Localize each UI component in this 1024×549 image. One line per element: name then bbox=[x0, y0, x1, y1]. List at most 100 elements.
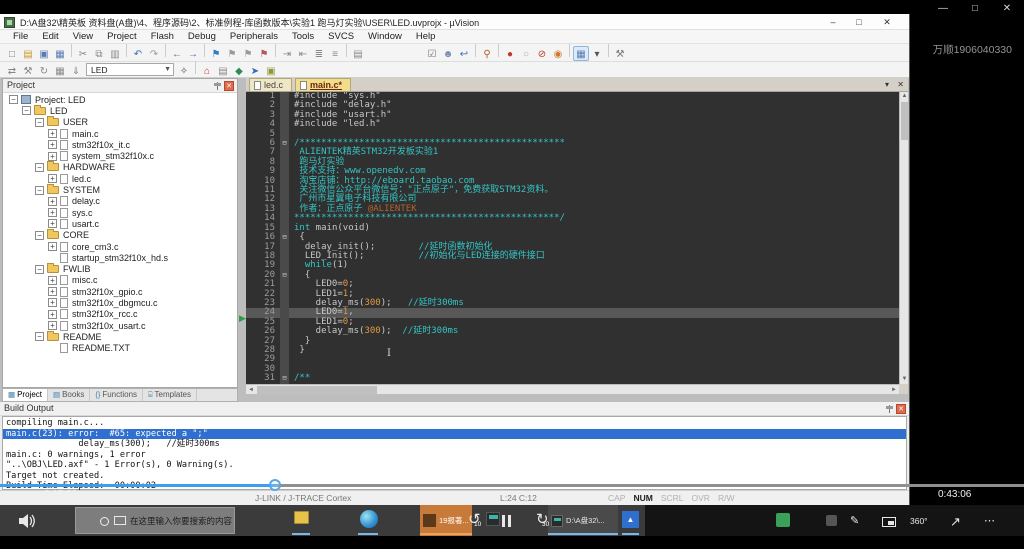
rotate-360-button[interactable]: 360° bbox=[910, 516, 928, 526]
expand-icon[interactable]: + bbox=[48, 140, 57, 149]
expand-icon[interactable]: + bbox=[48, 208, 57, 217]
tree-item-sys-c[interactable]: +sys.c bbox=[3, 207, 237, 218]
player-minimize-button[interactable]: — bbox=[934, 3, 952, 14]
editor-tab-dropdown-icon[interactable]: ▾ bbox=[885, 80, 889, 89]
kill-breakpoints-icon[interactable]: ◉ bbox=[550, 47, 566, 62]
breakpoint-icon[interactable]: ● bbox=[502, 47, 518, 62]
workspace-icon[interactable]: ▣ bbox=[263, 65, 279, 78]
navigate-forward-icon[interactable]: → bbox=[185, 47, 201, 62]
expand-icon[interactable]: + bbox=[48, 276, 57, 285]
fold-collapse-icon[interactable]: ⊟ bbox=[280, 271, 289, 280]
batch-build-icon[interactable]: ▦ bbox=[52, 65, 68, 78]
find-in-files-icon[interactable]: ⚲ bbox=[479, 47, 495, 62]
menu-tools[interactable]: Tools bbox=[285, 31, 321, 42]
player-close-button[interactable]: ✕ bbox=[998, 3, 1016, 14]
tree-item-system[interactable]: −SYSTEM bbox=[3, 184, 237, 195]
comment-icon[interactable]: ≣ bbox=[311, 47, 327, 62]
code-line-31[interactable]: 31⊟/** bbox=[246, 374, 899, 383]
tree-item-startup-stm32f10x-hd-s[interactable]: startup_stm32f10x_hd.s bbox=[3, 252, 237, 263]
menu-project[interactable]: Project bbox=[100, 31, 144, 42]
download-icon[interactable]: ⇓ bbox=[68, 65, 84, 78]
collapse-icon[interactable]: − bbox=[35, 163, 44, 172]
chevron-down-icon[interactable]: ▼ bbox=[164, 66, 173, 73]
seek-handle[interactable] bbox=[269, 479, 281, 491]
more-options-icon[interactable]: ⋯ bbox=[984, 514, 995, 527]
copy-icon[interactable]: ⧉ bbox=[91, 47, 107, 62]
open-book-icon[interactable]: ▤ bbox=[350, 47, 366, 62]
collapse-icon[interactable]: − bbox=[35, 231, 44, 240]
menu-svcs[interactable]: SVCS bbox=[321, 31, 361, 42]
player-maximize-button[interactable]: □ bbox=[966, 3, 984, 14]
tab-templates[interactable]: ⌸Templates bbox=[143, 389, 197, 401]
tab-project[interactable]: ▦Project bbox=[3, 389, 48, 401]
books-manage-icon[interactable]: ◆ bbox=[231, 65, 247, 78]
indent-icon[interactable]: ⇥ bbox=[279, 47, 295, 62]
horizontal-scroll-thumb[interactable] bbox=[257, 386, 377, 394]
redo-icon[interactable]: ↷ bbox=[146, 47, 162, 62]
code-line-26[interactable]: 26 delay_ms(300); //延时300ms bbox=[246, 327, 899, 336]
build-output-line[interactable]: delay_ms(300); //延时300ms bbox=[3, 439, 906, 450]
tree-item-stm32f10x-gpio-c[interactable]: +stm32f10x_gpio.c bbox=[3, 286, 237, 297]
tree-item-core[interactable]: −CORE bbox=[3, 230, 237, 241]
scroll-right-icon[interactable]: ► bbox=[889, 385, 899, 395]
pause-button[interactable] bbox=[502, 514, 514, 526]
debug-session-icon[interactable]: ☻ bbox=[440, 47, 456, 62]
menu-file[interactable]: File bbox=[6, 31, 35, 42]
expand-icon[interactable]: + bbox=[48, 152, 57, 161]
seek-bar-progress[interactable] bbox=[0, 484, 276, 487]
collapse-icon[interactable]: − bbox=[22, 106, 31, 115]
new-file-icon[interactable]: □ bbox=[4, 47, 20, 62]
multi-project-icon[interactable]: ➤ bbox=[247, 65, 263, 78]
scroll-down-icon[interactable]: ▼ bbox=[900, 375, 909, 384]
window-minimize-button[interactable]: – bbox=[823, 16, 843, 28]
uncomment-icon[interactable]: ≡ bbox=[327, 47, 343, 62]
toggle-breakpoint-icon[interactable]: ○ bbox=[518, 47, 534, 62]
tree-item-fwlib[interactable]: −FWLIB bbox=[3, 263, 237, 274]
tree-item-user[interactable]: −USER bbox=[3, 117, 237, 128]
menu-peripherals[interactable]: Peripherals bbox=[223, 31, 285, 42]
menu-debug[interactable]: Debug bbox=[181, 31, 223, 42]
scroll-left-icon[interactable]: ◄ bbox=[246, 385, 256, 395]
window-maximize-button[interactable]: □ bbox=[849, 16, 869, 28]
unindent-icon[interactable]: ⇤ bbox=[295, 47, 311, 62]
undo-icon[interactable]: ↶ bbox=[130, 47, 146, 62]
build-icon[interactable]: ⚒ bbox=[20, 65, 36, 78]
orange-app-button[interactable]: 19报著... bbox=[420, 505, 472, 536]
fold-collapse-icon[interactable]: ⊟ bbox=[280, 374, 289, 383]
cut-icon[interactable]: ✂ bbox=[75, 47, 91, 62]
expand-icon[interactable]: + bbox=[48, 310, 57, 319]
translate-file-icon[interactable]: ⇄ bbox=[4, 65, 20, 78]
fold-collapse-icon[interactable]: ⊟ bbox=[280, 233, 289, 242]
insert-bookmark-icon[interactable]: ⚑ bbox=[208, 47, 224, 62]
menu-window[interactable]: Window bbox=[361, 31, 409, 42]
target-select[interactable]: LED ▼ bbox=[86, 63, 174, 76]
target-options-icon[interactable]: ✧ bbox=[176, 65, 192, 78]
expand-icon[interactable]: + bbox=[48, 242, 57, 251]
build-output-line[interactable]: compiling main.c... bbox=[3, 418, 906, 429]
pin-icon[interactable] bbox=[886, 405, 893, 413]
disable-breakpoints-icon[interactable]: ⊘ bbox=[534, 47, 550, 62]
code-line-29[interactable]: 29 bbox=[246, 355, 899, 364]
tree-item-delay-c[interactable]: +delay.c bbox=[3, 196, 237, 207]
collapse-icon[interactable]: − bbox=[35, 332, 44, 341]
search-input[interactable]: 在这里输入你要搜索的内容 bbox=[75, 507, 235, 534]
scroll-up-icon[interactable]: ▲ bbox=[900, 92, 909, 101]
rewind-10-button[interactable]: ↺10 bbox=[468, 510, 481, 528]
menu-flash[interactable]: Flash bbox=[144, 31, 181, 42]
collapse-icon[interactable]: − bbox=[9, 95, 18, 104]
editor-horizontal-scrollbar[interactable]: ◄ ► bbox=[246, 384, 899, 394]
tray-icon-green[interactable] bbox=[776, 513, 790, 527]
forward-30-button[interactable]: ↻30 bbox=[536, 510, 549, 528]
configure-tools-icon[interactable]: ⚒ bbox=[612, 47, 628, 62]
expand-icon[interactable]: + bbox=[48, 129, 57, 138]
expand-icon[interactable]: + bbox=[48, 298, 57, 307]
tree-item-project-led[interactable]: −Project: LED bbox=[3, 94, 237, 105]
save-all-icon[interactable]: ▦ bbox=[52, 47, 68, 62]
prev-bookmark-icon[interactable]: ⚑ bbox=[224, 47, 240, 62]
tree-item-led[interactable]: −LED bbox=[3, 105, 237, 116]
code-line-19[interactable]: 19 while(1) bbox=[246, 261, 899, 270]
file-explorer-icon[interactable] bbox=[294, 511, 309, 524]
collapse-icon[interactable]: − bbox=[35, 186, 44, 195]
paste-icon[interactable]: ▥ bbox=[107, 47, 123, 62]
editor-tab-close-icon[interactable]: ✕ bbox=[897, 80, 904, 89]
